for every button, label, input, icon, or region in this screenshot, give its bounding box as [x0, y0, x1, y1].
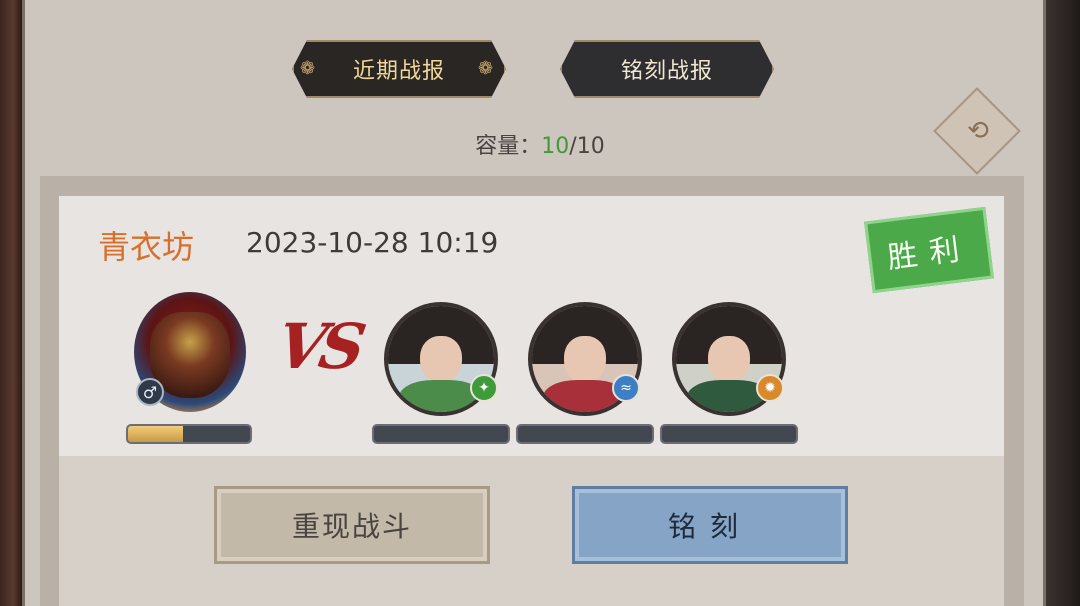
enemy-face: [419, 335, 463, 383]
engrave-label: 铭刻: [667, 510, 752, 543]
enemy-face: [707, 335, 751, 383]
battle-time: 2023-10-28 10:19: [246, 226, 499, 259]
enemy-hp-bar-1: [372, 424, 510, 444]
right-frame-decor: [1046, 0, 1080, 606]
refresh-arrows-icon[interactable]: ⟲: [958, 111, 998, 151]
battle-report-actions-area: [59, 456, 1004, 606]
replay-battle-label: 重现战斗: [291, 510, 412, 543]
enemy-hp-bar-2: [516, 424, 654, 444]
engrave-button[interactable]: 铭刻: [572, 486, 848, 564]
tab-engraved-reports-label: 铭刻战报: [620, 59, 713, 84]
capacity-indicator: 容量：10/10: [0, 128, 1080, 160]
player-hp-fill: [128, 426, 183, 442]
wind-element-icon: ✦: [470, 374, 498, 402]
fire-element-icon: ✹: [756, 374, 784, 402]
cloud-ornament-icon: ❁: [478, 58, 494, 79]
capacity-current: 10: [541, 134, 570, 159]
enemy-face: [563, 335, 607, 383]
tab-engraved-reports[interactable]: 铭刻战报: [560, 40, 774, 98]
enemy-hp-bar-3: [660, 424, 798, 444]
replay-battle-button[interactable]: 重现战斗: [214, 486, 490, 564]
water-element-icon: ≈: [612, 374, 640, 402]
tab-recent-reports-label: 近期战报: [352, 59, 445, 84]
team-name: 青衣坊: [98, 228, 195, 266]
capacity-max: 10: [576, 134, 605, 159]
victory-stamp: 胜利: [864, 206, 994, 294]
left-frame-decor: [0, 0, 22, 606]
cloud-ornament-icon: ❁: [300, 58, 316, 79]
capacity-label: 容量：: [475, 134, 542, 159]
tab-recent-reports[interactable]: 近期战报: [292, 40, 506, 98]
player-hp-bar: [126, 424, 252, 444]
male-gender-icon: ♂: [136, 378, 164, 406]
capacity-separator: /: [569, 134, 577, 159]
vs-label: VS: [271, 310, 366, 383]
